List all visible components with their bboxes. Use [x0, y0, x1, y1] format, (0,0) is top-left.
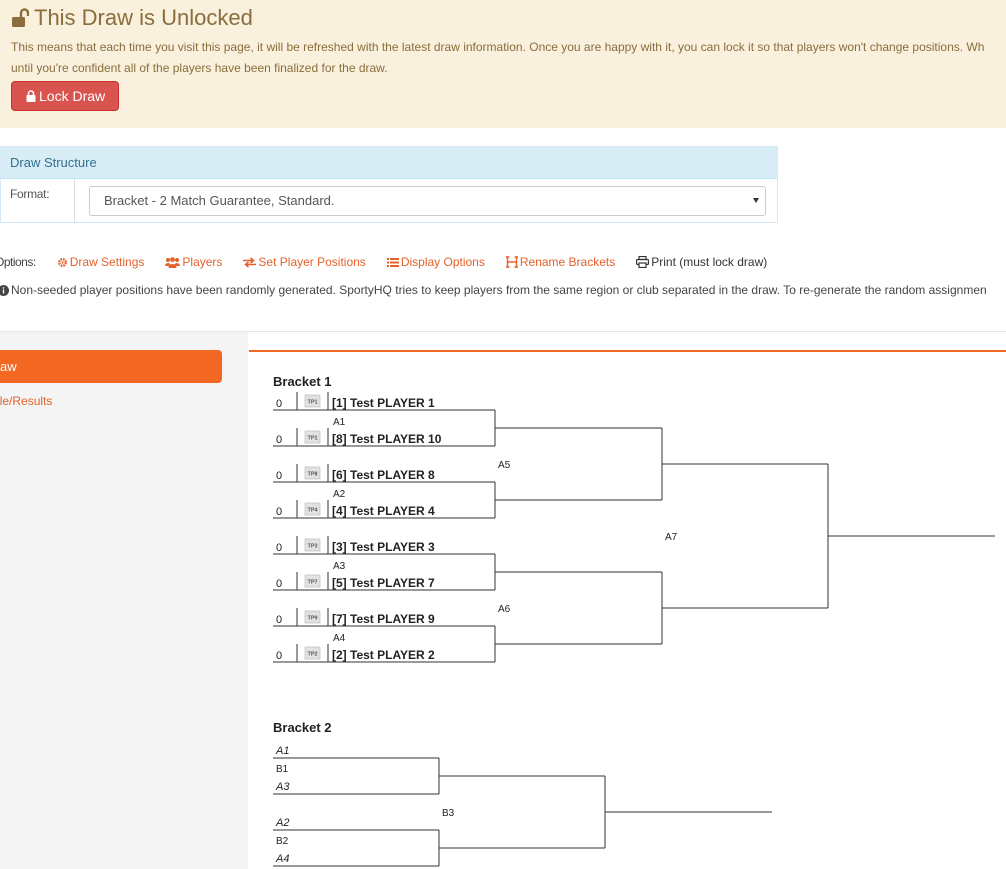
match-label: A5 — [498, 460, 511, 471]
bracket-2-entry: A1 — [275, 745, 289, 757]
match-label: A1 — [333, 417, 346, 428]
player-name: [7] Test PLAYER 9 — [332, 612, 435, 626]
match-label: A3 — [333, 561, 346, 572]
player-name: [3] Test PLAYER 3 — [332, 540, 435, 554]
match-label: B2 — [276, 836, 289, 847]
player-badge-label: TP8 — [307, 472, 317, 478]
bracket-1-title: Bracket 1 — [273, 374, 332, 389]
player-badge-label: TP1 — [307, 436, 317, 442]
match-label: A6 — [498, 604, 511, 615]
player-name: [1] Test PLAYER 1 — [332, 396, 435, 410]
player-name: [5] Test PLAYER 7 — [332, 576, 435, 590]
player-badge-label: TP4 — [307, 508, 318, 514]
player-name: [6] Test PLAYER 8 — [332, 468, 435, 482]
match-label: A4 — [333, 633, 346, 644]
bracket-2-title: Bracket 2 — [273, 720, 332, 735]
player-score: 0 — [276, 506, 282, 518]
player-score: 0 — [276, 434, 282, 446]
bracket-2-entry: A4 — [275, 853, 289, 865]
bracket-diagram: Bracket 1 0 TP1 [1] Test PLAYER 1 0 TP1 [8] Te… — [273, 374, 995, 867]
match-label: A2 — [333, 489, 346, 500]
player-name: [2] Test PLAYER 2 — [332, 648, 435, 662]
bracket-2-entry: A2 — [275, 817, 289, 829]
player-badge-label: TP1 — [307, 400, 317, 406]
bracket-2-entry: A3 — [275, 781, 290, 793]
player-score: 0 — [276, 614, 282, 626]
player-score: 0 — [276, 398, 282, 410]
match-label: A7 — [665, 532, 678, 543]
match-label: B3 — [442, 808, 455, 819]
player-badge-label: TP2 — [307, 652, 317, 658]
player-badge-label: TP3 — [307, 544, 317, 550]
player-score: 0 — [276, 578, 282, 590]
player-score: 0 — [276, 650, 282, 662]
player-name: [4] Test PLAYER 4 — [332, 504, 435, 518]
player-score: 0 — [276, 470, 282, 482]
player-name: [8] Test PLAYER 10 — [332, 432, 442, 446]
player-score: 0 — [276, 542, 282, 554]
match-label: B1 — [276, 764, 289, 775]
player-badge-label: TP9 — [307, 616, 317, 622]
player-badge-label: TP7 — [307, 580, 317, 586]
